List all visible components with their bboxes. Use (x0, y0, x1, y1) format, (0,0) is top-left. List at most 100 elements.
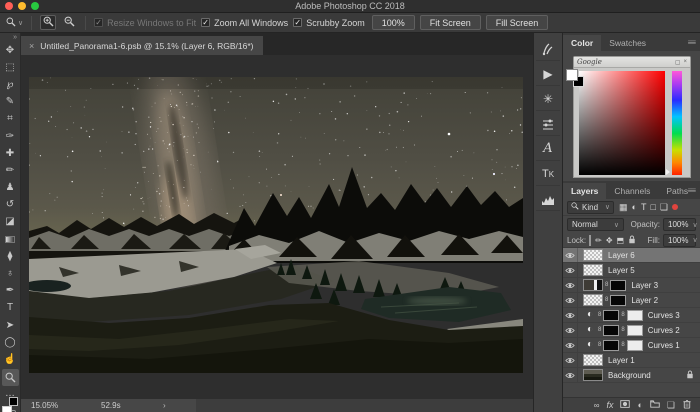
eyedropper-tool[interactable]: ✑ (2, 128, 19, 145)
lock-position-icon[interactable]: ✥ (606, 236, 613, 245)
zoom-in-button[interactable] (40, 15, 56, 30)
new-group-icon[interactable] (650, 399, 660, 411)
brush-tool[interactable]: ✏ (2, 162, 19, 179)
layer-mask-thumbnail[interactable] (603, 310, 619, 321)
crop-tool[interactable]: ⌗ (2, 111, 19, 128)
glyphs-panel-button[interactable]: A (536, 137, 560, 161)
blur-tool[interactable]: ⧫ (2, 248, 19, 265)
brushes-panel-button[interactable] (536, 37, 560, 61)
layer-filter-toggle[interactable] (672, 204, 678, 210)
tool-preset-picker[interactable]: ∨ (6, 14, 23, 32)
status-chevron-icon[interactable]: › (163, 401, 166, 410)
layer-mask-thumbnail[interactable] (610, 295, 626, 306)
panorama-image[interactable] (29, 77, 523, 373)
vector-mask-thumbnail[interactable] (627, 340, 643, 351)
zoom-all-windows-checkbox[interactable]: ✓ Zoom All Windows (201, 18, 288, 28)
layer-name[interactable]: Curves 1 (648, 341, 680, 350)
fit-screen-button[interactable]: Fit Screen (420, 15, 481, 30)
delete-layer-icon[interactable] (682, 399, 692, 411)
history-brush-tool[interactable]: ↺ (2, 197, 19, 214)
layer-row[interactable]: ◐88Curves 3 (563, 308, 700, 323)
layer-thumbnail[interactable] (583, 249, 603, 261)
foreground-color-swatch[interactable] (566, 69, 578, 81)
layer-mask-thumbnail[interactable] (603, 340, 619, 351)
collapse-toolbar-button[interactable]: » (13, 33, 17, 42)
layer-row[interactable]: 8Layer 2 (563, 293, 700, 308)
gradient-tool[interactable] (2, 231, 19, 248)
layer-name[interactable]: Layer 1 (608, 356, 635, 365)
visibility-toggle[interactable] (563, 293, 578, 307)
tk-actions-panel-button[interactable]: TK (536, 162, 560, 186)
new-layer-icon[interactable]: ❏ (667, 400, 675, 411)
add-layer-mask-icon[interactable] (620, 399, 630, 411)
foreground-color-swatch[interactable] (2, 406, 12, 412)
layer-row[interactable]: 8Layer 3 (563, 278, 700, 293)
zoom-level-field[interactable]: 15.05% (31, 401, 101, 410)
curves-adjustment-icon[interactable]: ◐ (584, 340, 596, 350)
vector-mask-thumbnail[interactable] (627, 325, 643, 336)
new-adjustment-layer-icon[interactable]: ◐ (637, 400, 642, 410)
lock-pixels-icon[interactable]: ✏ (595, 236, 602, 245)
layer-name[interactable]: Layer 6 (608, 251, 635, 260)
layer-thumbnail[interactable] (583, 294, 603, 306)
visibility-toggle[interactable] (563, 323, 578, 337)
visibility-toggle[interactable] (563, 248, 578, 262)
layer-name[interactable]: Layer 5 (608, 266, 635, 275)
saturation-brightness-cube[interactable] (579, 71, 665, 175)
layer-mask-thumbnail[interactable] (603, 325, 619, 336)
google-window-titlebar[interactable]: Google ▢ × (574, 57, 690, 68)
tab-color[interactable]: Color (563, 35, 601, 51)
layer-thumbnail[interactable] (583, 279, 603, 291)
layer-row[interactable]: ◐88Curves 2 (563, 323, 700, 338)
eraser-tool[interactable]: ◪ (2, 214, 19, 231)
curves-adjustment-icon[interactable]: ◐ (584, 325, 596, 335)
visibility-toggle[interactable] (563, 353, 578, 367)
tab-swatches[interactable]: Swatches (601, 35, 654, 51)
hue-slider[interactable] (672, 71, 682, 175)
layer-name[interactable]: Layer 3 (631, 281, 658, 290)
opacity-dropdown[interactable]: 100% ∨ (663, 218, 696, 231)
layer-filter-kind-dropdown[interactable]: Kind ∨ (567, 201, 614, 214)
layer-row[interactable]: Background (563, 368, 700, 383)
pen-tool[interactable]: ✒ (2, 283, 19, 300)
healing-brush-tool[interactable]: ✚ (2, 145, 19, 162)
link-layers-icon[interactable]: ∞ (594, 401, 600, 410)
properties-panel-button[interactable] (536, 112, 560, 136)
zoom-tool[interactable] (2, 369, 19, 386)
actions-panel-button[interactable]: ▶ (536, 62, 560, 86)
layer-thumbnail[interactable] (583, 369, 603, 381)
visibility-toggle[interactable] (563, 263, 578, 277)
close-tab-icon[interactable]: × (29, 41, 34, 51)
layer-style-icon[interactable]: fx (606, 400, 613, 410)
layer-row[interactable]: Layer 6 (563, 248, 700, 263)
resize-windows-checkbox[interactable]: ✓ Resize Windows to Fit (94, 18, 196, 28)
lock-all-icon[interactable] (628, 235, 636, 246)
layer-row[interactable]: ◐88Curves 1 (563, 338, 700, 353)
layer-row[interactable]: Layer 1 (563, 353, 700, 368)
panel-color-swatches[interactable] (566, 69, 584, 87)
layer-row[interactable]: Layer 5 (563, 263, 700, 278)
marquee-tool[interactable]: ⬚ (2, 59, 19, 76)
panel-menu-icon[interactable]: ≡≡ (688, 38, 695, 47)
zoom-100-button[interactable]: 100% (372, 15, 415, 30)
layer-mask-thumbnail[interactable] (610, 280, 626, 291)
background-color-swatch[interactable] (9, 397, 18, 406)
layer-name[interactable]: Background (608, 371, 651, 380)
fill-dropdown[interactable]: 100% ∨ (663, 234, 696, 247)
tab-channels[interactable]: Channels (606, 183, 658, 199)
visibility-toggle[interactable] (563, 338, 578, 352)
histogram-panel-button[interactable] (536, 187, 560, 211)
smart-object-filter-icon[interactable]: ❏ (660, 202, 668, 213)
visibility-toggle[interactable] (563, 308, 578, 322)
layer-name[interactable]: Curves 3 (648, 311, 680, 320)
maximize-icon[interactable]: ▢ (675, 59, 681, 66)
pixel-layer-filter-icon[interactable]: ▦ (619, 202, 628, 213)
dodge-tool[interactable]: ♁ (2, 265, 19, 282)
document-tab[interactable]: × Untitled_Panorama1-6.psb @ 15.1% (Laye… (21, 36, 263, 55)
quick-selection-tool[interactable]: ✎ (2, 94, 19, 111)
path-selection-tool[interactable]: ➤ (2, 317, 19, 334)
visibility-toggle[interactable] (563, 368, 578, 382)
layer-thumbnail[interactable] (583, 354, 603, 366)
hand-tool[interactable]: ☝ (2, 351, 19, 368)
visibility-toggle[interactable] (563, 278, 578, 292)
